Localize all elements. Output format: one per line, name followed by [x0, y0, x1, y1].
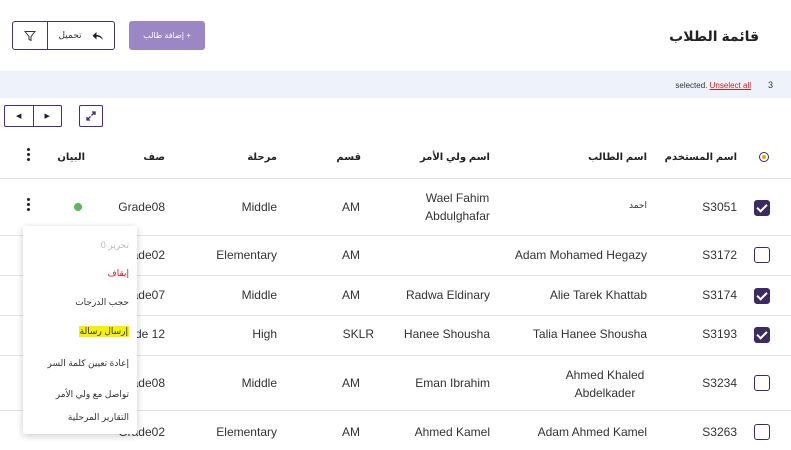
username-cell: S3234: [702, 376, 737, 390]
status-active-icon: [74, 203, 82, 211]
grade-cell: de 12: [134, 327, 165, 341]
row-checkbox[interactable]: [754, 200, 770, 216]
section-cell: AM: [342, 376, 360, 390]
col-grade[interactable]: صف: [143, 152, 165, 163]
row-checkbox[interactable]: [754, 288, 770, 304]
username-cell: S3051: [702, 200, 737, 214]
stage-cell: Middle: [241, 288, 277, 302]
guardian-cell: Eman Ibrahim: [415, 376, 490, 390]
stage-cell: Middle: [241, 376, 277, 390]
menu-stage-reports[interactable]: التقارير المرحلية: [68, 412, 129, 423]
selected-label: selected.: [675, 81, 708, 90]
guardian-cell: Hanee Shousha: [403, 327, 490, 341]
load-button-label: تحميل: [58, 30, 82, 40]
guardian-cell: Wael Fahim Abdulghafar: [425, 191, 490, 223]
row-checkbox[interactable]: [754, 247, 770, 263]
col-status[interactable]: البيان: [57, 152, 85, 163]
row-checkbox[interactable]: [754, 375, 770, 391]
add-student-button[interactable]: + إضافة طالب: [129, 21, 205, 50]
toolbar-button-group: تحميل: [12, 21, 115, 50]
selection-bar: 3 selected. Unselect all: [0, 71, 791, 98]
menu-contact-guardian[interactable]: تواصل مع ولي الأمر: [56, 389, 129, 400]
section-cell: AM: [342, 200, 360, 214]
column-options-icon[interactable]: [27, 148, 31, 161]
student-cell: Alie Tarek Khattab: [549, 288, 647, 302]
student-cell: Talia Hanee Shousha: [532, 327, 647, 341]
load-button[interactable]: تحميل: [48, 22, 114, 49]
row-menu-icon[interactable]: [27, 198, 31, 211]
menu-send-message[interactable]: إرسال رسالة: [78, 326, 129, 337]
col-stage[interactable]: مرحلة: [247, 152, 277, 163]
col-guardian[interactable]: اسم ولي الأمر: [420, 152, 490, 163]
expand-button[interactable]: [79, 105, 103, 127]
menu-edit[interactable]: تحرير 0: [101, 240, 129, 251]
selection-text: selected. Unselect all: [675, 81, 751, 90]
stage-cell: High: [252, 327, 277, 341]
col-username[interactable]: اسم المستخدم: [665, 152, 737, 163]
col-section[interactable]: قسم: [336, 152, 361, 163]
menu-stop[interactable]: إيقاف: [107, 268, 129, 279]
row-checkbox[interactable]: [754, 424, 770, 440]
row-context-menu: تحرير 0 إيقاف حجب الدرجات إرسال رسالة إع…: [23, 226, 137, 434]
username-cell: S3263: [702, 425, 737, 439]
pager: ◀ ▶: [4, 105, 62, 127]
row-checkbox[interactable]: [754, 327, 770, 343]
unselect-all-link[interactable]: Unselect all: [710, 81, 751, 90]
grade-cell: Grade08: [118, 200, 165, 214]
guardian-cell: Radwa Eldinary: [405, 288, 490, 302]
student-cell: Ahmed Khaled Abdelkader: [565, 368, 645, 400]
next-page-button[interactable]: ▶: [34, 106, 62, 126]
section-cell: AM: [342, 248, 360, 262]
username-cell: S3193: [702, 327, 737, 341]
page-title: قائمة الطلاب: [669, 28, 759, 44]
stage-cell: Middle: [241, 200, 277, 214]
select-all-toggle[interactable]: [759, 152, 769, 162]
guardian-cell: Ahmed Kamel: [414, 425, 490, 439]
filter-icon: [24, 30, 36, 41]
menu-reset-password[interactable]: إعادة تعيين كلمة السر: [48, 358, 130, 369]
username-cell: S3174: [702, 288, 737, 302]
reply-icon: [92, 31, 103, 40]
selected-count: 3: [767, 80, 773, 90]
section-cell: SKLR: [342, 327, 374, 341]
col-student[interactable]: اسم الطالب: [588, 152, 647, 163]
username-cell: S3172: [702, 248, 737, 262]
filter-button[interactable]: [13, 22, 48, 49]
prev-page-button[interactable]: ◀: [5, 106, 34, 126]
student-cell: احمد: [629, 200, 647, 210]
student-cell: Adam Ahmed Kamel: [537, 425, 647, 439]
section-cell: AM: [342, 425, 360, 439]
stage-cell: Elementary: [216, 248, 277, 262]
expand-icon: [86, 111, 96, 121]
divider: [0, 178, 791, 179]
student-cell: Adam Mohamed Hegazy: [514, 248, 647, 262]
section-cell: AM: [342, 288, 360, 302]
menu-block-grades[interactable]: حجب الدرجات: [75, 297, 129, 308]
stage-cell: Elementary: [216, 425, 277, 439]
